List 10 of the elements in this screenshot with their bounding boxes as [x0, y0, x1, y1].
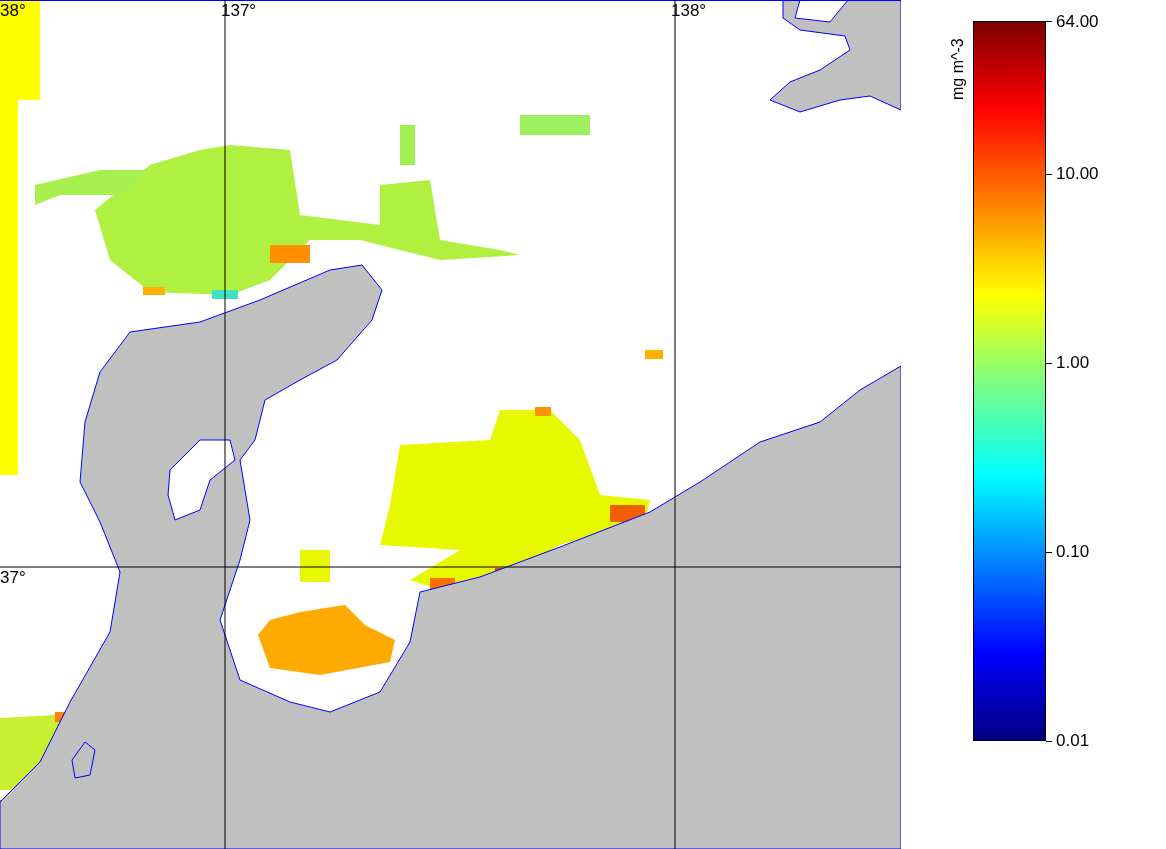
longitude-label: 137°	[221, 0, 257, 22]
colorbar-tick-label: 64.00	[1056, 11, 1099, 32]
longitude-label: 138°	[671, 0, 707, 22]
latitude-label: 37°	[0, 567, 26, 589]
colorbar-tick-label: 1.00	[1056, 353, 1090, 373]
colorbar-tick-label: 10.00	[1056, 164, 1099, 184]
colorbar-unit-label: mg m^-3	[949, 38, 967, 100]
colorbar-tick-label: 0.01	[1056, 731, 1090, 751]
colorbar-tick-label: 0.10	[1056, 542, 1090, 562]
latitude-label: 38°	[0, 0, 26, 22]
